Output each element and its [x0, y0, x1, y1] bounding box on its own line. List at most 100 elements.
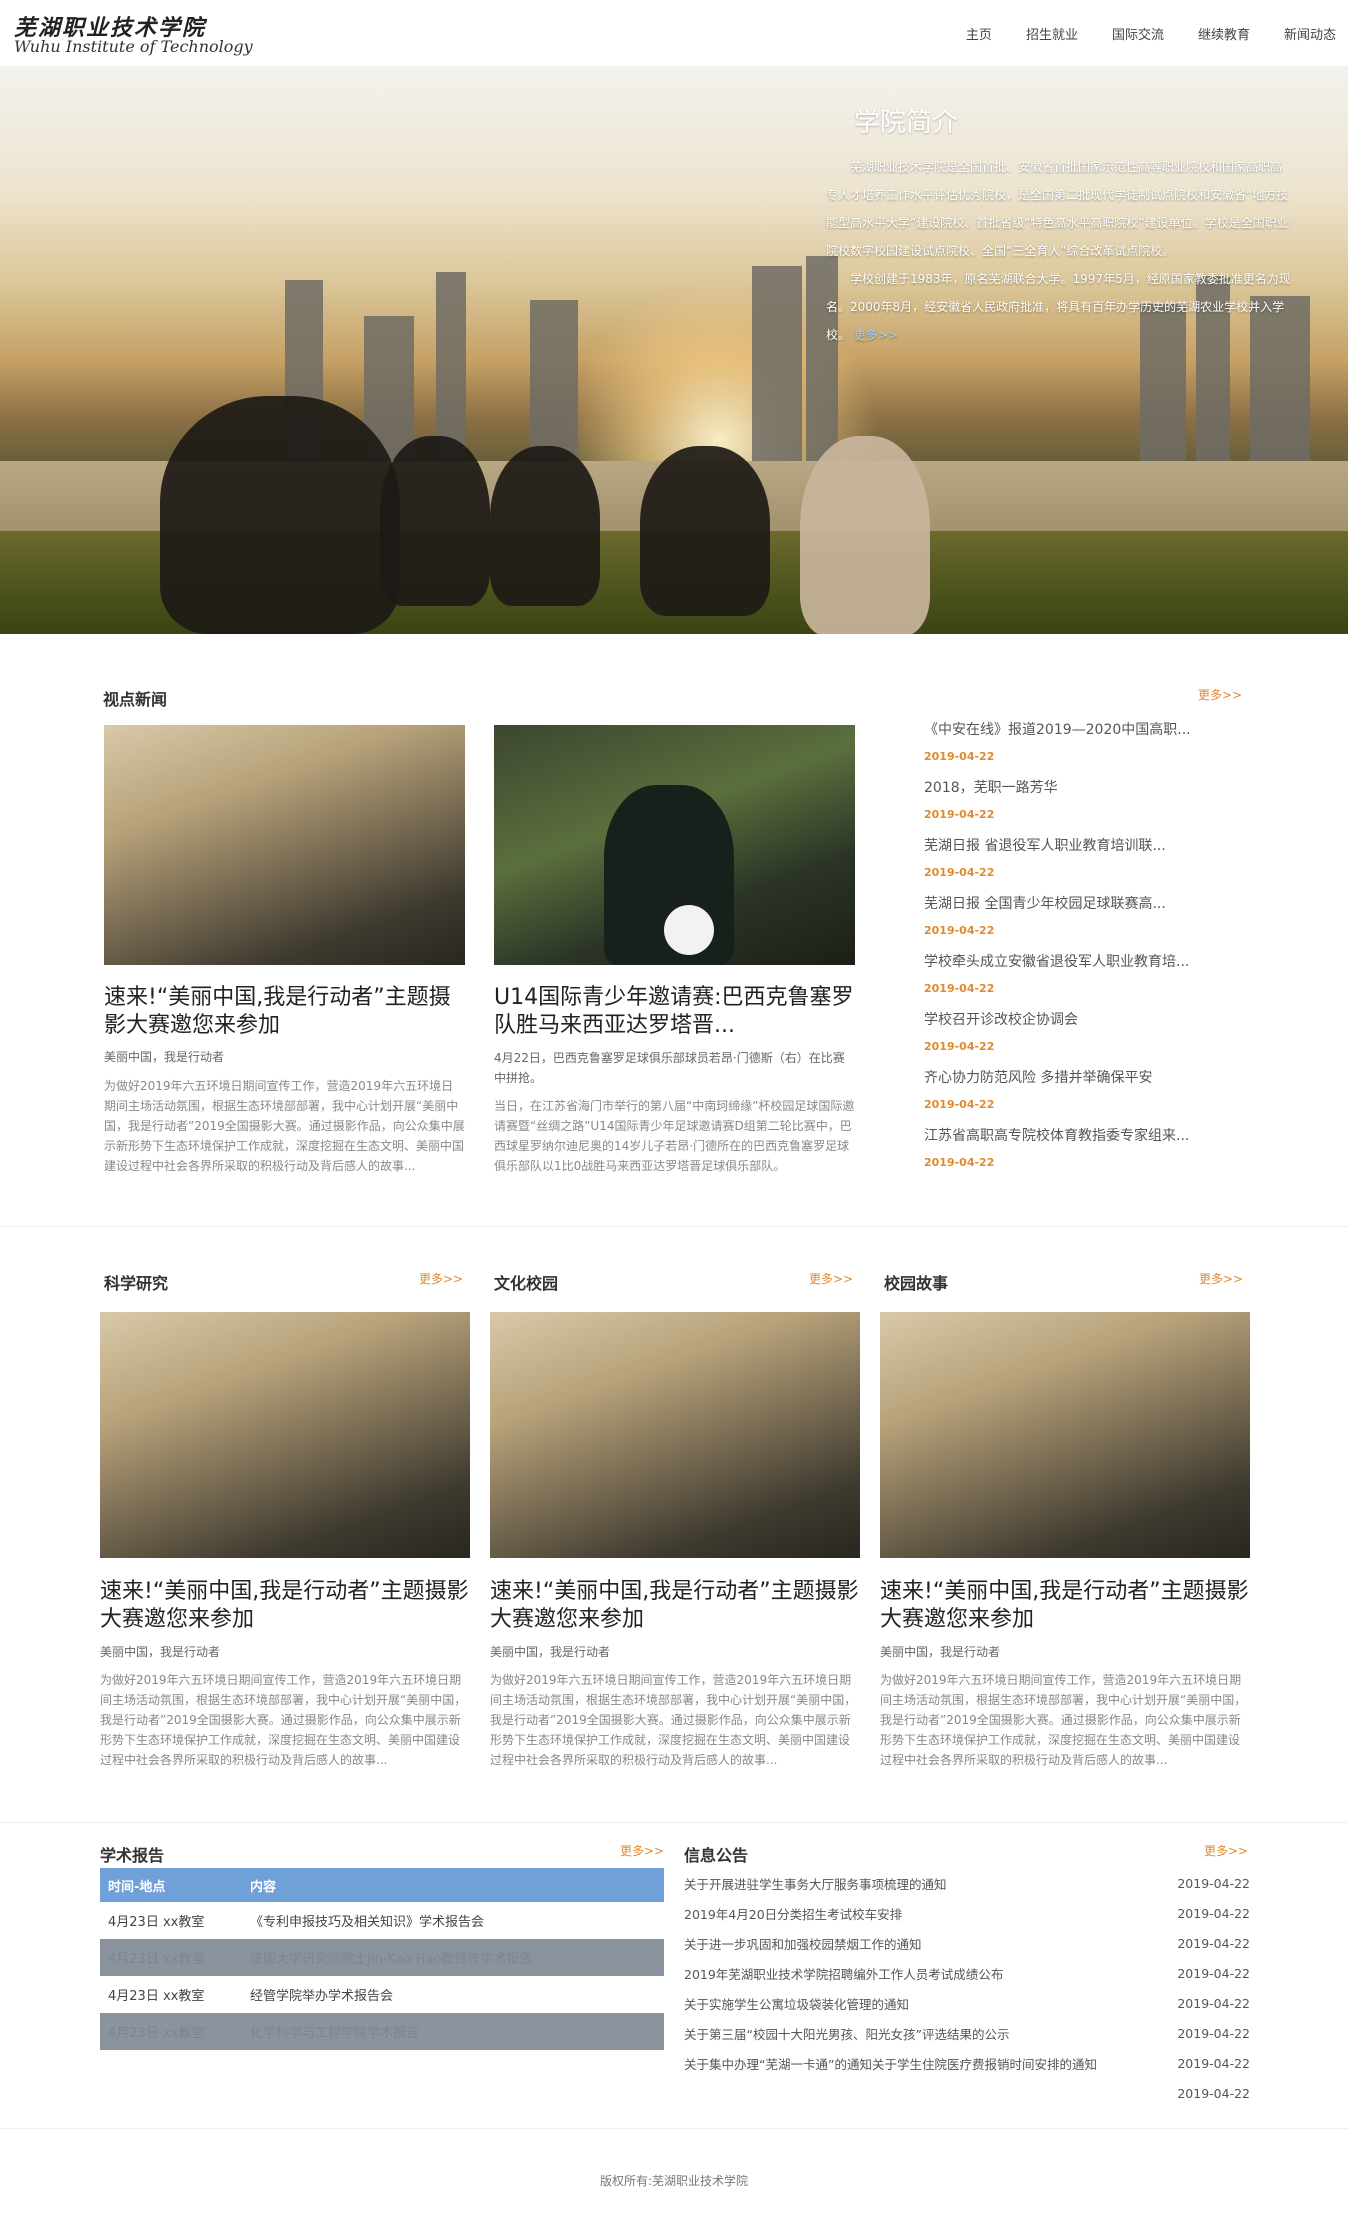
viewpoint-more-link[interactable]: 更多>>	[1198, 686, 1242, 703]
report-time: 4月23日 xx教室	[108, 1989, 205, 2004]
list-item[interactable]: 关于第三届“校园十大阳光男孩、阳光女孩”评选结果的公示 2019-04-22	[684, 2018, 1250, 2048]
notice-date: 2019-04-22	[1177, 1995, 1250, 2011]
notice-list: 关于开展进驻学生事务大厅服务事项梳理的通知 2019-04-22 2019年4月2…	[684, 1868, 1250, 2108]
viewpoint-card-title[interactable]: U14国际青少年邀请赛:巴西克鲁塞罗队胜马来西亚达罗塔晋...	[494, 984, 855, 1040]
list-item[interactable]: 2019-04-22	[684, 2078, 1250, 2108]
hero-person	[490, 446, 600, 606]
list-item[interactable]: 齐心协力防范风险 多措并举确保平安 2019-04-22	[924, 1066, 1254, 1124]
list-item[interactable]: 2018，芜职一路芳华 2019-04-22	[924, 776, 1254, 834]
news-title[interactable]: 江苏省高职高专院校体育教指委专家组来...	[924, 1124, 1254, 1148]
news-title[interactable]: 学校牵头成立安徽省退役军人职业教育培...	[924, 950, 1254, 974]
list-item[interactable]: 江苏省高职高专院校体育教指委专家组来... 2019-04-22	[924, 1124, 1254, 1182]
viewpoint-card-subtitle: 4月22日，巴西克鲁塞罗足球俱乐部球员若昂·门德斯（右）在比赛中拼抢。	[494, 1051, 845, 1085]
hero-title: 学院简介	[854, 108, 959, 138]
notice-title[interactable]: 2019年4月20日分类招生考试校车安排	[684, 1904, 902, 1923]
notice-title[interactable]: 关于开展进驻学生事务大厅服务事项梳理的通知	[684, 1874, 947, 1893]
research-card-image[interactable]	[100, 1312, 470, 1558]
stories-card-image[interactable]	[880, 1312, 1250, 1558]
nav-item-news[interactable]: 新闻动态	[1284, 24, 1336, 43]
culture-card-subtitle: 美丽中国，我是行动者	[490, 1645, 611, 1659]
notice-section-title: 信息公告	[684, 1846, 749, 1865]
hero-intro: 学院简介 芜湖职业技术学院是全国首批、安徽省首批国家示范性高等职业院校和国家高职…	[826, 102, 1291, 349]
nav-item-home[interactable]: 主页	[966, 24, 992, 43]
report-section-title: 学术报告	[100, 1846, 165, 1865]
report-content[interactable]: 化学科学与工程学院学术报告	[250, 2022, 664, 2041]
skyline-building	[530, 300, 578, 462]
list-item[interactable]: 关于进一步巩固和加强校园禁烟工作的通知 2019-04-22	[684, 1928, 1250, 1958]
news-title[interactable]: 芜湖日报 省退役军人职业教育培训联...	[924, 834, 1254, 858]
viewpoint-card-title[interactable]: 速来!“美丽中国,我是行动者”主题摄影大赛邀您来参加	[104, 984, 465, 1040]
site-logo[interactable]: 芜湖职业技术学院 Wuhu Institute of Technology	[14, 10, 254, 60]
report-time: 4月23日 xx教室	[108, 2026, 205, 2041]
list-item[interactable]: 关于集中办理“芜湖一卡通”的通知关于学生住院医疗费报销时间安排的通知 2019-0…	[684, 2048, 1250, 2078]
list-item[interactable]: 学校牵头成立安徽省退役军人职业教育培... 2019-04-22	[924, 950, 1254, 1008]
report-content[interactable]: 《专利申报技巧及相关知识》学术报告会	[250, 1911, 664, 1930]
table-row[interactable]: 4月23日 xx教室 《专利申报技巧及相关知识》学术报告会	[100, 1902, 664, 1939]
site-header: 芜湖职业技术学院 Wuhu Institute of Technology 主页…	[0, 0, 1348, 66]
news-title[interactable]: 齐心协力防范风险 多措并举确保平安	[924, 1066, 1254, 1090]
notice-date: 2019-04-22	[1177, 2025, 1250, 2041]
list-item[interactable]: 《中安在线》报道2019—2020中国高职... 2019-04-22	[924, 718, 1254, 776]
table-row[interactable]: 4月23日 xx教室 化学科学与工程学院学术报告	[100, 2013, 664, 2050]
news-title[interactable]: 芜湖日报 全国青少年校园足球联赛高...	[924, 892, 1254, 916]
report-table-header: 时间-地点 内容	[100, 1868, 664, 1902]
logo-english-name: Wuhu Institute of Technology	[14, 37, 253, 56]
research-card-title[interactable]: 速来!“美丽中国,我是行动者”主题摄影大赛邀您来参加	[100, 1578, 470, 1634]
notice-date: 2019-04-22	[1177, 2055, 1250, 2071]
notice-title[interactable]: 关于集中办理“芜湖一卡通”的通知关于学生住院医疗费报销时间安排的通知	[684, 2054, 1097, 2073]
list-item[interactable]: 2019年芜湖职业技术学院招聘编外工作人员考试成绩公布 2019-04-22	[684, 1958, 1250, 1988]
news-title[interactable]: 《中安在线》报道2019—2020中国高职...	[924, 718, 1254, 742]
report-table: 时间-地点 内容 4月23日 xx教室 《专利申报技巧及相关知识》学术报告会 4…	[100, 1868, 664, 2050]
viewpoint-card-summary: 当日，在江苏省海门市举行的第八届“中南珂缔缘”杯校园足球国际邀请赛暨“丝绸之路”…	[494, 1099, 855, 1173]
nav-item-continuing-education[interactable]: 继续教育	[1198, 24, 1250, 43]
notice-title[interactable]: 2019年芜湖职业技术学院招聘编外工作人员考试成绩公布	[684, 1964, 1003, 1983]
notice-title[interactable]: 关于进一步巩固和加强校园禁烟工作的通知	[684, 1934, 922, 1953]
notice-title[interactable]: 关于实施学生公寓垃圾袋装化管理的通知	[684, 1994, 909, 2013]
news-date: 2019-04-22	[924, 1156, 995, 1169]
hero-person	[800, 436, 930, 634]
report-time: 4月23日 xx教室	[108, 1915, 205, 1930]
list-item[interactable]: 芜湖日报 省退役军人职业教育培训联... 2019-04-22	[924, 834, 1254, 892]
news-date: 2019-04-22	[924, 924, 995, 937]
stories-card-title[interactable]: 速来!“美丽中国,我是行动者”主题摄影大赛邀您来参加	[880, 1578, 1250, 1634]
hero-more-link[interactable]: 更多>>	[854, 328, 898, 342]
news-title[interactable]: 学校召开诊改校企协调会	[924, 1008, 1254, 1032]
hero-banner: 学院简介 芜湖职业技术学院是全国首批、安徽省首批国家示范性高等职业院校和国家高职…	[0, 66, 1348, 634]
table-row[interactable]: 4月23日 xx教室 法国大学研究院院士Jin-Kao Hao教授作学术报告	[100, 1939, 664, 1976]
viewpoint-card-image[interactable]	[494, 725, 855, 965]
news-date: 2019-04-22	[924, 1098, 995, 1111]
stories-card-summary: 为做好2019年六五环境日期间宣传工作，营造2019年六五环境日期间主场活动氛围…	[880, 1673, 1247, 1767]
table-row[interactable]: 4月23日 xx教室 经管学院举办学术报告会	[100, 1976, 664, 2013]
list-item[interactable]: 关于实施学生公寓垃圾袋装化管理的通知 2019-04-22	[684, 1988, 1250, 2018]
report-content[interactable]: 经管学院举办学术报告会	[250, 1985, 664, 2004]
report-header-time: 时间-地点	[108, 1879, 166, 1895]
culture-card-title[interactable]: 速来!“美丽中国,我是行动者”主题摄影大赛邀您来参加	[490, 1578, 860, 1634]
report-time: 4月23日 xx教室	[108, 1952, 205, 1967]
stories-more-link[interactable]: 更多>>	[1199, 1270, 1243, 1287]
notice-title[interactable]: 关于第三届“校园十大阳光男孩、阳光女孩”评选结果的公示	[684, 2024, 1009, 2043]
viewpoint-card-image[interactable]	[104, 725, 465, 965]
nav-item-admissions[interactable]: 招生就业	[1026, 24, 1078, 43]
viewpoint-section-title: 视点新闻	[103, 690, 168, 709]
notice-date: 2019-04-22	[1177, 2085, 1250, 2101]
news-title[interactable]: 2018，芜职一路芳华	[924, 776, 1254, 800]
hero-person	[380, 436, 490, 606]
hero-person	[640, 446, 770, 616]
report-content[interactable]: 法国大学研究院院士Jin-Kao Hao教授作学术报告	[250, 1948, 664, 1967]
report-more-link[interactable]: 更多>>	[620, 1842, 664, 1859]
news-date: 2019-04-22	[924, 982, 995, 995]
list-item[interactable]: 学校召开诊改校企协调会 2019-04-22	[924, 1008, 1254, 1066]
list-item[interactable]: 芜湖日报 全国青少年校园足球联赛高... 2019-04-22	[924, 892, 1254, 950]
culture-more-link[interactable]: 更多>>	[809, 1270, 853, 1287]
nav-item-international[interactable]: 国际交流	[1112, 24, 1164, 43]
research-more-link[interactable]: 更多>>	[419, 1270, 463, 1287]
research-section-title: 科学研究	[104, 1274, 169, 1293]
notice-more-link[interactable]: 更多>>	[1204, 1842, 1248, 1859]
news-date: 2019-04-22	[924, 750, 995, 763]
stories-section-title: 校园故事	[884, 1274, 949, 1293]
hero-paragraph: 芜湖职业技术学院是全国首批、安徽省首批国家示范性高等职业院校和国家高职高专人才培…	[826, 160, 1289, 258]
culture-card-image[interactable]	[490, 1312, 860, 1558]
viewpoint-card-subtitle: 美丽中国，我是行动者	[104, 1050, 225, 1064]
list-item[interactable]: 2019年4月20日分类招生考试校车安排 2019-04-22	[684, 1898, 1250, 1928]
list-item[interactable]: 关于开展进驻学生事务大厅服务事项梳理的通知 2019-04-22	[684, 1868, 1250, 1898]
